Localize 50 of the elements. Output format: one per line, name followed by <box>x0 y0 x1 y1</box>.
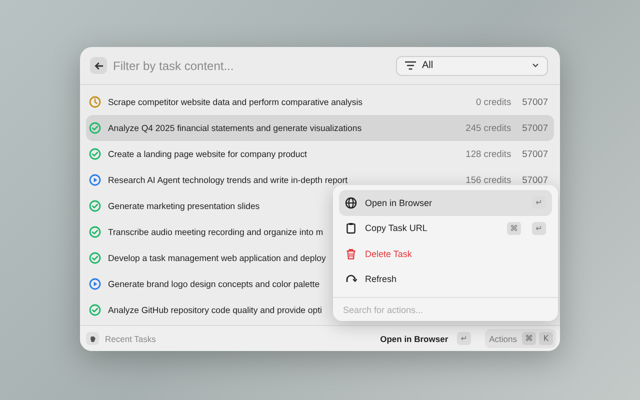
back-arrow-icon <box>94 60 104 70</box>
chevron-icon <box>532 63 539 68</box>
credits-count: 245 credits <box>466 123 512 133</box>
footer-title: Recent Tasks <box>105 334 156 344</box>
task-row[interactable]: Create a landing page website for company product 128 credits 57007 <box>86 141 554 167</box>
open-in-browser-button[interactable]: Open in Browser <box>380 334 448 344</box>
credits-count: 0 credits <box>476 97 512 107</box>
menu-item-label: Refresh <box>365 274 397 284</box>
shortcut-key: ⌘ <box>522 332 536 345</box>
task-id: 57007 <box>522 149 548 159</box>
shortcut-key: K <box>539 332 553 345</box>
menu-item-label: Delete Task <box>365 248 412 259</box>
filter-value: All <box>422 60 434 71</box>
enter-key: ↵ <box>457 332 472 345</box>
shortcut-key: ↵ <box>532 196 546 210</box>
actions-button[interactable]: Actions ⌘ K <box>485 329 556 348</box>
task-title: Generate marketing presentation slides <box>108 201 260 211</box>
menu-item-label: Open in Browser <box>365 198 432 208</box>
search-field[interactable]: Filter by task content... <box>113 58 390 72</box>
task-row[interactable]: Analyze Q4 2025 financial statements and generate visualizations 245 credits 57007 <box>86 115 554 141</box>
task-row[interactable]: Research AI Agent technology trends and write in-depth report 156 credits 57007 <box>86 167 554 193</box>
task-row[interactable]: Scrape competitor website data and perform comparative analysis 0 credits 57007 <box>86 89 554 115</box>
task-title: Analyze Q4 2025 financial statements and generate visualizations <box>108 123 362 133</box>
task-title: Scrape competitor website data and perform comparative analysis <box>108 97 362 107</box>
globe-icon <box>345 196 357 209</box>
menu-item-label: Copy Task URL <box>365 223 428 234</box>
shortcut-key: ↵ <box>532 222 546 235</box>
filter-icon <box>405 61 416 70</box>
filter-dropdown[interactable]: All <box>396 56 548 76</box>
task-title: Develop a task management web application and deploy <box>108 253 326 263</box>
menu-item[interactable]: Open in Browser ↵ <box>339 190 552 216</box>
actions-label: Actions <box>489 334 517 344</box>
task-title: Generate brand logo design concepts and color palette <box>108 279 320 289</box>
menu-item[interactable]: Copy Task URL ⌘ ↵ <box>339 216 552 241</box>
menu-item[interactable]: Delete Task <box>339 241 552 266</box>
shortcut-key: ⌘ <box>507 222 521 235</box>
credits-count: 128 credits <box>466 149 512 159</box>
task-id: 57007 <box>522 97 548 107</box>
clipboard-icon <box>345 222 357 234</box>
task-id: 57007 <box>522 175 548 185</box>
task-title: Research AI Agent technology trends and write in-depth report <box>108 175 348 185</box>
task-title: Create a landing page website for company product <box>108 149 307 159</box>
menu-item[interactable]: Refresh <box>339 266 552 292</box>
task-title: Transcribe audio meeting recording and organize into m <box>108 227 324 237</box>
task-title: Analyze GitHub repository code quality and provide opti <box>108 305 322 315</box>
task-id: 57007 <box>522 123 548 133</box>
action-search-field[interactable]: Search for actions... <box>343 304 548 314</box>
credits-count: 156 credits <box>466 175 512 185</box>
trash-icon <box>345 248 357 260</box>
back-button[interactable] <box>90 57 107 74</box>
